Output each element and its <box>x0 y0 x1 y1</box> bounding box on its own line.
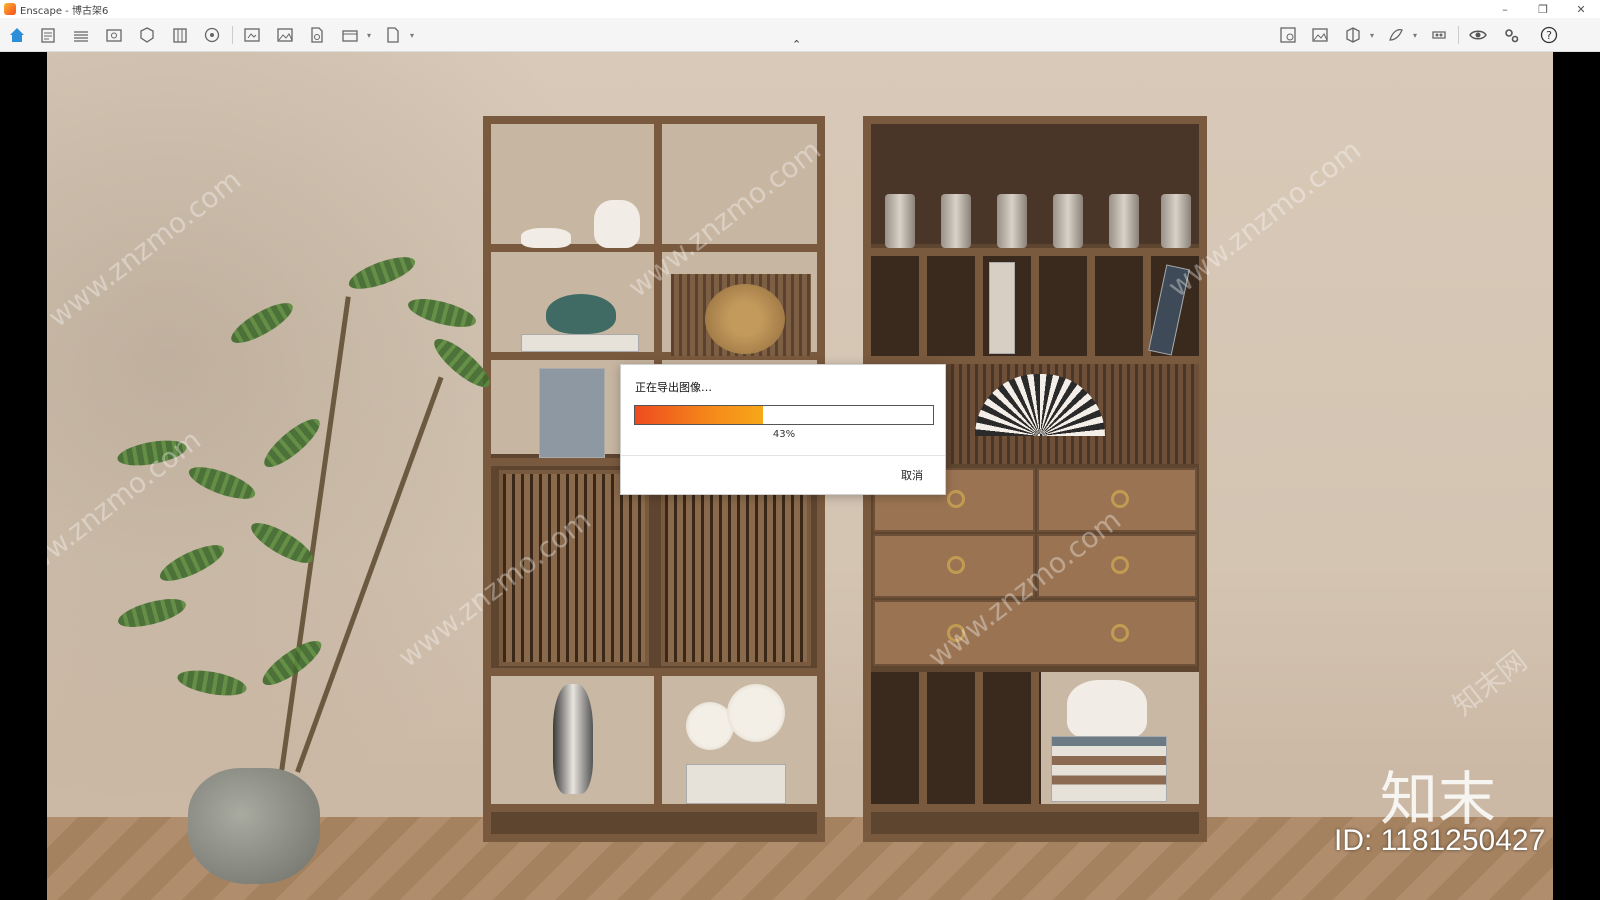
vr-button[interactable] <box>1428 24 1450 46</box>
atlas-button[interactable] <box>1385 24 1407 46</box>
book-stack <box>686 764 786 804</box>
shelf-board <box>491 804 817 812</box>
window-controls: – ❐ ✕ <box>1486 0 1600 18</box>
image-icon <box>1312 28 1328 42</box>
scholar-stone <box>553 684 593 794</box>
material-button[interactable] <box>201 24 223 46</box>
video-icon <box>342 30 358 42</box>
bim-icon <box>74 31 88 42</box>
tea-jar <box>1161 194 1191 248</box>
eye-button[interactable] <box>1467 24 1489 46</box>
help-button[interactable]: ? <box>1538 24 1560 46</box>
home-icon <box>10 28 24 42</box>
tea-jar-compartment <box>871 124 1199 244</box>
restore-button[interactable]: ❐ <box>1524 0 1562 18</box>
library-button[interactable] <box>169 24 191 46</box>
export-icon <box>311 27 323 43</box>
section-button[interactable] <box>1342 24 1364 46</box>
white-vase <box>594 200 640 248</box>
watermark-site-cn: 知末网 <box>1446 644 1534 723</box>
image-button[interactable] <box>1309 24 1331 46</box>
cancel-button[interactable]: 取消 <box>887 465 937 487</box>
close-button[interactable]: ✕ <box>1562 0 1600 18</box>
panorama-button[interactable] <box>382 24 404 46</box>
view-icon <box>106 29 122 42</box>
rattan-balls <box>705 284 785 354</box>
export-button[interactable] <box>306 24 328 46</box>
main-toolbar: ▾ ▾ ⌃ ▾ ▾ ? <box>0 18 1600 52</box>
view-button[interactable] <box>103 24 125 46</box>
file-boxes <box>539 368 605 458</box>
shelf-board <box>871 804 1199 812</box>
tea-jar <box>1109 194 1139 248</box>
upright-book <box>989 262 1015 354</box>
batch-render-button[interactable] <box>274 24 296 46</box>
export-progress-dialog: 正在导出图像… 43% 取消 <box>620 364 946 495</box>
library-icon <box>173 28 187 43</box>
panorama-icon <box>387 27 399 43</box>
chevron-down-icon[interactable]: ▾ <box>1413 31 1417 40</box>
enscape-logo-icon <box>4 3 16 15</box>
white-bowl <box>521 228 571 248</box>
drawer-wide <box>873 600 1197 666</box>
toolbar-separator <box>1458 26 1459 44</box>
drawer-knob-icon <box>1111 556 1129 574</box>
image-id-label: ID: 1181250427 <box>1334 824 1546 857</box>
drawer-knob-icon <box>1111 624 1129 642</box>
toolbar-separator <box>232 26 233 44</box>
shelf-divider <box>654 676 662 804</box>
material-icon <box>204 27 220 43</box>
batch-render-icon <box>277 28 293 42</box>
book-stack <box>521 334 639 352</box>
plant-pot <box>188 768 320 884</box>
chevron-down-icon[interactable]: ▾ <box>367 31 371 40</box>
collapse-toolbar-icon[interactable]: ⌃ <box>792 38 801 51</box>
atlas-icon <box>1389 29 1403 41</box>
drawer-knob-icon <box>947 556 965 574</box>
chevron-down-icon[interactable]: ▾ <box>410 31 414 40</box>
progress-fill <box>635 406 764 424</box>
svg-text:?: ? <box>1546 29 1552 42</box>
shelf-board <box>871 248 1199 256</box>
title-bar: Enscape - 博古架6 – ❐ ✕ <box>0 0 1600 18</box>
sketch-button[interactable] <box>37 24 59 46</box>
shelf-board <box>871 356 1199 364</box>
settings-button[interactable] <box>1500 24 1522 46</box>
drawer-knob-icon <box>1111 490 1129 508</box>
celadon-jar <box>546 294 616 334</box>
lion-figurines <box>1067 680 1147 740</box>
progress-percent: 43% <box>772 429 796 440</box>
screenshot-button[interactable] <box>241 24 263 46</box>
settings-icon <box>1505 29 1519 43</box>
progress-bar <box>634 405 934 425</box>
visual-settings-button[interactable] <box>1277 24 1299 46</box>
eye-icon <box>1469 30 1487 40</box>
dialog-divider <box>621 455 945 456</box>
asset-button[interactable] <box>136 24 158 46</box>
tea-jar <box>941 194 971 248</box>
drawer-knob-icon <box>947 490 965 508</box>
lattice-door-right <box>661 470 811 666</box>
screenshot-icon <box>244 28 260 42</box>
sketch-icon <box>41 28 55 43</box>
minimize-button[interactable]: – <box>1486 0 1524 18</box>
vr-icon <box>1432 31 1446 39</box>
home-button[interactable] <box>6 24 28 46</box>
book-stack <box>1051 736 1167 802</box>
asset-icon <box>140 27 154 43</box>
tea-jar <box>885 194 915 248</box>
chevron-down-icon[interactable]: ▾ <box>1370 31 1374 40</box>
ornament-disc <box>727 684 785 742</box>
section-icon <box>1346 27 1360 43</box>
bim-button[interactable] <box>70 24 92 46</box>
window-title: Enscape - 博古架6 <box>20 5 109 17</box>
video-button[interactable] <box>339 24 361 46</box>
shelf-board <box>491 668 817 676</box>
tea-jar <box>997 194 1027 248</box>
visual-settings-icon <box>1280 27 1296 43</box>
help-icon: ? <box>1540 26 1558 44</box>
tea-jar <box>1053 194 1083 248</box>
dialog-title: 正在导出图像… <box>635 381 712 394</box>
